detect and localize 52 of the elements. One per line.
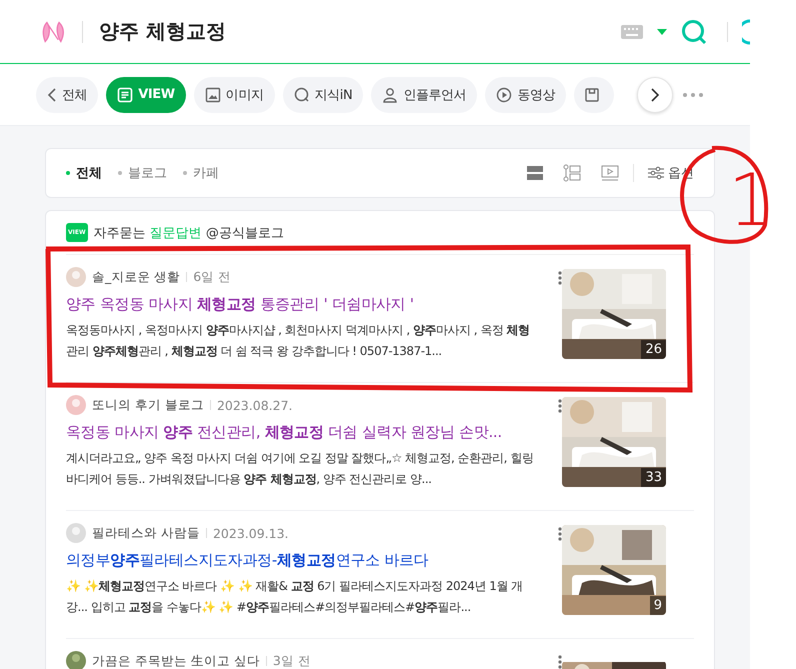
post-snippet: 계시더라고요„ 양주 옥정 마사지 더쉼 여기에 오길 정말 잘했다„☆ 체형교정, 순환관리, 힐링 바디케어 등등.. 가벼워졌답니다용 양주 체형교정, 양주 전신관리로 양... [66,450,534,488]
author-name[interactable]: 필라테스와 사람들 [92,524,200,542]
thumbnail-view-icon[interactable] [563,164,581,182]
more-icon[interactable] [558,271,562,285]
avatar[interactable] [66,395,86,415]
filter-tab[interactable]: 블로그 [118,164,167,182]
avatar[interactable] [66,651,86,669]
video-view-icon[interactable] [601,165,619,181]
caret-icon[interactable] [657,28,667,34]
filter-tab[interactable]: 전체 [66,164,102,182]
list-view-icon[interactable] [527,165,543,181]
post-title[interactable]: 옥정동 마사지 양주 전신관리, 체형교정 더쉼 실력자 원장님 손맛... [66,421,540,443]
image-icon [204,86,221,102]
chevron-right-icon [650,87,660,103]
search-query[interactable]: 양주 체형교정 [99,18,226,45]
sliders-icon [648,166,664,180]
more-icon[interactable] [558,399,562,413]
search-icon[interactable] [681,18,707,44]
author-name[interactable]: 또니의 후기 블로그 [92,396,204,414]
more-icon[interactable] [683,93,703,97]
post-date: 2023.08.27. [216,398,292,412]
author-name[interactable]: 가끔은 주목받는 生이고 싶다 [92,654,260,668]
next-button[interactable] [637,77,673,113]
annotation-label: 1 [728,158,774,242]
tab[interactable]: 이미지 [194,76,275,112]
tab[interactable]: 인플루언서 [371,76,478,112]
filter-tab[interactable]: 카페 [183,164,219,182]
image-count: 33 [641,468,666,487]
more-icon[interactable] [558,655,562,669]
post-date: 6일 전 [193,268,232,286]
post-title[interactable]: 의정부양주필라테스지도자과정-체형교정연구소 바르다 [66,549,540,571]
q-icon [294,86,310,102]
post-date: 2023.09.13. [212,526,289,540]
keyboard-icon[interactable] [621,24,643,38]
image-count: 9 [650,596,666,615]
bag-icon [584,86,600,102]
tab[interactable]: 전체 [36,76,98,112]
post-date: 3일 전 [272,654,311,668]
person-icon [382,86,398,102]
tab[interactable] [574,76,614,112]
play-icon [496,86,512,102]
document-icon [117,86,134,102]
tab[interactable]: 지식iN [282,76,364,112]
more-icon[interactable] [558,527,562,541]
back-icon [47,86,57,102]
post-snippet: 옥정동마사지 , 옥정마사지 양주마사지샵 , 회천마사지 덕계마사지 , 양주마사지 , 옥정 체형관리 양주체형관리 , 체형교정 더 쉼 적극 왕 강추합니다 ! 0507-1387-1... [66,322,531,360]
banner-text[interactable]: 자주묻는 질문답변 @공식블로그 [94,224,284,242]
author-name[interactable]: 솔_지로운 생활 [92,268,180,286]
tab[interactable]: 동영상 [485,76,566,112]
post-title[interactable]: 양주 옥정동 마사지 체형교정 통증관리 ' 더쉼마사지 ' [66,293,540,315]
post-snippet: ✨ ✨체형교정연구소 바르다 ✨ ✨ 재활& 교정 6기 필라테스지도자과정 2024년 1월 개강... 입히고 교정을 수놓다✨ ✨ #양주필라테스#의정부필라테스#양주필라... [66,578,524,616]
image-count: 26 [641,340,666,359]
